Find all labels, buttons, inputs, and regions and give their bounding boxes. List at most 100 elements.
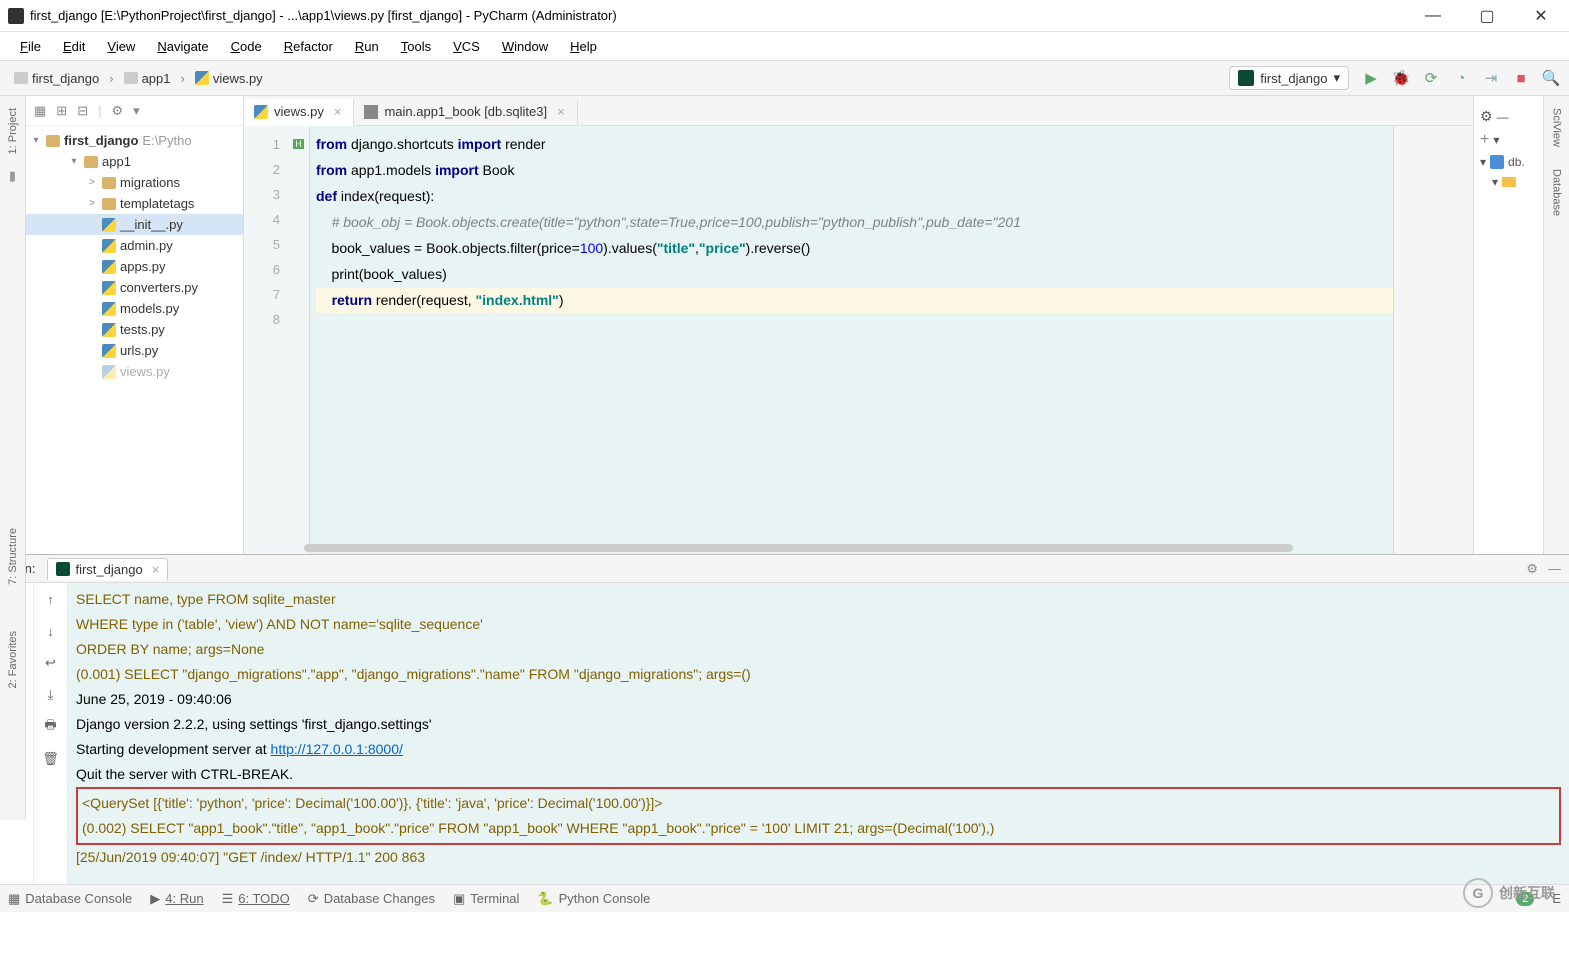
tree-item[interactable]: admin.py bbox=[26, 235, 243, 256]
hide-icon[interactable]: — bbox=[1497, 110, 1509, 124]
project-toolbar: ▦ ⊞ ⊟ | ⚙ ▾ bbox=[26, 96, 243, 126]
db-sub[interactable]: ▾ bbox=[1492, 175, 1537, 189]
code-body[interactable]: from django.shortcuts import render from… bbox=[310, 126, 1393, 554]
profile-icon[interactable]: ◔ bbox=[1451, 68, 1471, 88]
tree-item[interactable]: tests.py bbox=[26, 319, 243, 340]
tree-item[interactable]: urls.py bbox=[26, 340, 243, 361]
minimize-button[interactable]: — bbox=[1417, 5, 1449, 27]
watermark-text: 创新互联 bbox=[1499, 883, 1555, 903]
menu-tools[interactable]: Tools bbox=[391, 35, 441, 58]
console-highlighted-block: <QuerySet [{'title': 'python', 'price': … bbox=[76, 787, 1561, 845]
tree-item[interactable]: models.py bbox=[26, 298, 243, 319]
tab-project[interactable]: 1: Project bbox=[7, 100, 19, 162]
chevron-down-icon[interactable]: ▾ bbox=[1493, 133, 1499, 147]
sb-python-console[interactable]: 🐍 Python Console bbox=[537, 891, 650, 907]
folder-icon bbox=[124, 72, 138, 84]
breadcrumb-item[interactable]: first_django bbox=[8, 68, 105, 89]
sb-todo[interactable]: ☰ 6: TODO bbox=[222, 891, 290, 907]
coverage-icon[interactable]: ⟳ bbox=[1421, 68, 1441, 88]
tab-database[interactable]: Database bbox=[1551, 161, 1563, 224]
stop-icon[interactable]: ■ bbox=[1511, 68, 1531, 88]
sb-database-console[interactable]: ▦ Database Console bbox=[8, 891, 132, 907]
menu-window[interactable]: Window bbox=[492, 35, 558, 58]
left-lower-tabs: 7: Structure 2: Favorites bbox=[0, 520, 26, 820]
menu-code[interactable]: Code bbox=[221, 35, 272, 58]
tree-root[interactable]: ▾ first_django E:\Pytho bbox=[26, 130, 243, 151]
tab-structure[interactable]: 7: Structure bbox=[7, 520, 19, 593]
maximize-button[interactable]: ▢ bbox=[1471, 5, 1503, 27]
menu-file[interactable]: File bbox=[10, 35, 51, 58]
run-icon[interactable]: ▶ bbox=[1361, 68, 1381, 88]
statusbar: ▦ Database Console ▶ 4: Run ☰ 6: TODO ⟳ … bbox=[0, 884, 1569, 912]
breadcrumb-item[interactable]: views.py bbox=[189, 68, 269, 89]
attach-icon[interactable]: ⇥ bbox=[1481, 68, 1501, 88]
python-file-icon bbox=[102, 302, 116, 316]
sb-run[interactable]: ▶ 4: Run bbox=[150, 891, 203, 907]
menu-navigate[interactable]: Navigate bbox=[147, 35, 218, 58]
search-icon[interactable]: 🔍 bbox=[1541, 68, 1561, 88]
project-tree[interactable]: ▾ first_django E:\Pytho ▾app1>migrations… bbox=[26, 126, 243, 386]
tree-item[interactable]: __init__.py bbox=[26, 214, 243, 235]
trash-icon[interactable]: 🗑 bbox=[42, 749, 59, 769]
menu-view[interactable]: View bbox=[97, 35, 145, 58]
gear-icon[interactable]: ⚙ bbox=[1480, 108, 1493, 125]
menu-help[interactable]: Help bbox=[560, 35, 607, 58]
expand-all-icon[interactable]: ⊞ bbox=[56, 103, 67, 119]
python-file-icon bbox=[102, 239, 116, 253]
sb-terminal[interactable]: ▣ Terminal bbox=[453, 891, 519, 907]
menu-run[interactable]: Run bbox=[345, 35, 389, 58]
minimap[interactable] bbox=[1393, 126, 1473, 554]
close-button[interactable]: ✕ bbox=[1525, 5, 1557, 27]
plus-icon[interactable]: + bbox=[1480, 131, 1489, 149]
editor-tab[interactable]: main.app1_book [db.sqlite3]× bbox=[354, 99, 577, 125]
print-icon[interactable]: 🖶 bbox=[44, 717, 56, 737]
console-line: Django version 2.2.2, using settings 'fi… bbox=[76, 712, 1561, 737]
tree-item[interactable]: >migrations bbox=[26, 172, 243, 193]
run-configuration-selector[interactable]: first_django ▾ bbox=[1229, 66, 1349, 90]
h-scrollbar[interactable] bbox=[304, 544, 1293, 552]
close-icon[interactable]: × bbox=[557, 104, 565, 119]
console-line: (0.001) SELECT "django_migrations"."app"… bbox=[76, 662, 1561, 687]
db-node[interactable]: ▾db. bbox=[1480, 155, 1537, 169]
tree-item[interactable]: >templatetags bbox=[26, 193, 243, 214]
menu-vcs[interactable]: VCS bbox=[443, 35, 490, 58]
project-panel: ▦ ⊞ ⊟ | ⚙ ▾ ▾ first_django E:\Pytho ▾app… bbox=[26, 96, 244, 554]
up-icon[interactable]: ↑ bbox=[47, 589, 54, 609]
django-icon bbox=[1238, 70, 1254, 86]
run-panel-tab[interactable]: first_django × bbox=[47, 558, 168, 580]
tree-item[interactable]: apps.py bbox=[26, 256, 243, 277]
console-output[interactable]: SELECT name, type FROM sqlite_master WHE… bbox=[68, 583, 1569, 884]
tree-item-label: apps.py bbox=[120, 259, 166, 274]
tab-favorites[interactable]: 2: Favorites bbox=[7, 623, 19, 696]
python-file-icon bbox=[102, 344, 116, 358]
menu-edit[interactable]: Edit bbox=[53, 35, 95, 58]
menu-refactor[interactable]: Refactor bbox=[274, 35, 343, 58]
left-tool-tabs: 1: Project ▮ bbox=[0, 96, 26, 554]
tree-item[interactable]: ▾app1 bbox=[26, 151, 243, 172]
debug-icon[interactable]: 🐞 bbox=[1391, 68, 1411, 88]
close-icon[interactable]: × bbox=[334, 104, 342, 119]
tree-item[interactable]: converters.py bbox=[26, 277, 243, 298]
soft-wrap-icon[interactable]: ↩ bbox=[45, 653, 56, 673]
breadcrumb-item[interactable]: app1 bbox=[118, 68, 177, 89]
folder-icon bbox=[102, 198, 116, 210]
console-line: June 25, 2019 - 09:40:06 bbox=[76, 687, 1561, 712]
hide-icon[interactable]: — bbox=[1548, 561, 1561, 576]
collapse-all-icon[interactable]: ⊟ bbox=[77, 103, 88, 119]
close-icon[interactable]: × bbox=[152, 562, 160, 577]
scroll-end-icon[interactable]: ⤓ bbox=[48, 685, 54, 705]
code-editor[interactable]: 12345678 H from django.shortcuts import … bbox=[244, 126, 1473, 554]
down-icon[interactable]: ↓ bbox=[47, 621, 54, 641]
folder-icon bbox=[102, 177, 116, 189]
gear-icon[interactable]: ⚙ bbox=[112, 103, 124, 119]
editor-tab[interactable]: views.py× bbox=[244, 99, 354, 126]
tree-item[interactable]: views.py bbox=[26, 361, 243, 382]
select-opened-icon[interactable]: ▦ bbox=[34, 103, 46, 119]
chevron-down-icon: ▾ bbox=[1480, 155, 1486, 169]
app-icon bbox=[8, 8, 24, 24]
gear-icon[interactable]: ⚙ bbox=[1526, 561, 1538, 577]
tree-item-label: models.py bbox=[120, 301, 179, 316]
chevron-down-icon[interactable]: ▾ bbox=[133, 103, 140, 119]
sb-db-changes[interactable]: ⟳ Database Changes bbox=[308, 891, 435, 907]
tab-sciview[interactable]: SciView bbox=[1551, 100, 1563, 155]
